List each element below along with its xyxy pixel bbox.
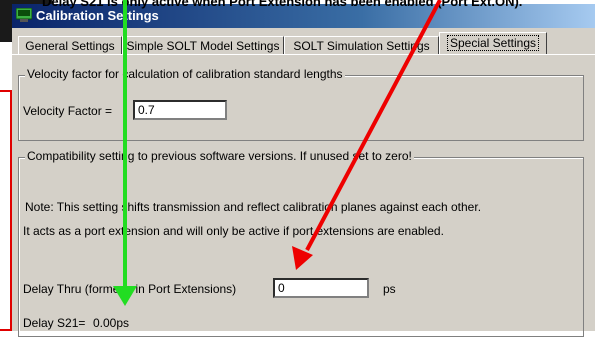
- app-icon: [16, 8, 32, 22]
- delay-thru-unit: ps: [383, 282, 396, 296]
- tab-label: General Settings: [25, 39, 115, 53]
- tab-special-settings[interactable]: Special Settings: [439, 32, 547, 54]
- annotation-top-note: Delay S21 is only active when Port Exten…: [42, 0, 523, 9]
- note-line-1: Note: This setting shifts transmission a…: [25, 200, 482, 214]
- group-title: Compatibility setting to previous softwa…: [25, 149, 414, 163]
- velocity-factor-input[interactable]: [133, 100, 227, 120]
- calibration-settings-window: Calibration Settings General Settings Si…: [12, 4, 595, 337]
- tab-label: Special Settings: [446, 35, 540, 51]
- velocity-factor-label: Velocity Factor =: [23, 104, 113, 118]
- window-title: Calibration Settings: [36, 8, 159, 23]
- tab-solt-simulation-settings[interactable]: SOLT Simulation Settings: [284, 36, 439, 54]
- note-line-2: It acts as a port extension and will onl…: [23, 224, 444, 238]
- velocity-factor-group: Velocity factor for calculation of calib…: [18, 67, 584, 141]
- special-settings-panel: Velocity factor for calculation of calib…: [12, 54, 595, 337]
- red-highlight-box: [0, 90, 12, 331]
- tab-label: Simple SOLT Model Settings: [126, 39, 280, 53]
- tab-general-settings[interactable]: General Settings: [18, 36, 122, 54]
- delay-thru-input[interactable]: [273, 278, 369, 298]
- tab-simple-solt-model-settings[interactable]: Simple SOLT Model Settings: [122, 36, 284, 54]
- tab-label: SOLT Simulation Settings: [293, 39, 430, 53]
- compatibility-group: Compatibility setting to previous softwa…: [18, 149, 584, 337]
- group-title: Velocity factor for calculation of calib…: [25, 67, 345, 81]
- delay-thru-label: Delay Thru (formerly in Port Extensions): [23, 282, 237, 296]
- delay-s21-label: Delay S21=: [23, 316, 86, 330]
- tab-strip: General Settings Simple SOLT Model Setti…: [12, 32, 595, 54]
- delay-s21-value: 0.00ps: [93, 316, 130, 330]
